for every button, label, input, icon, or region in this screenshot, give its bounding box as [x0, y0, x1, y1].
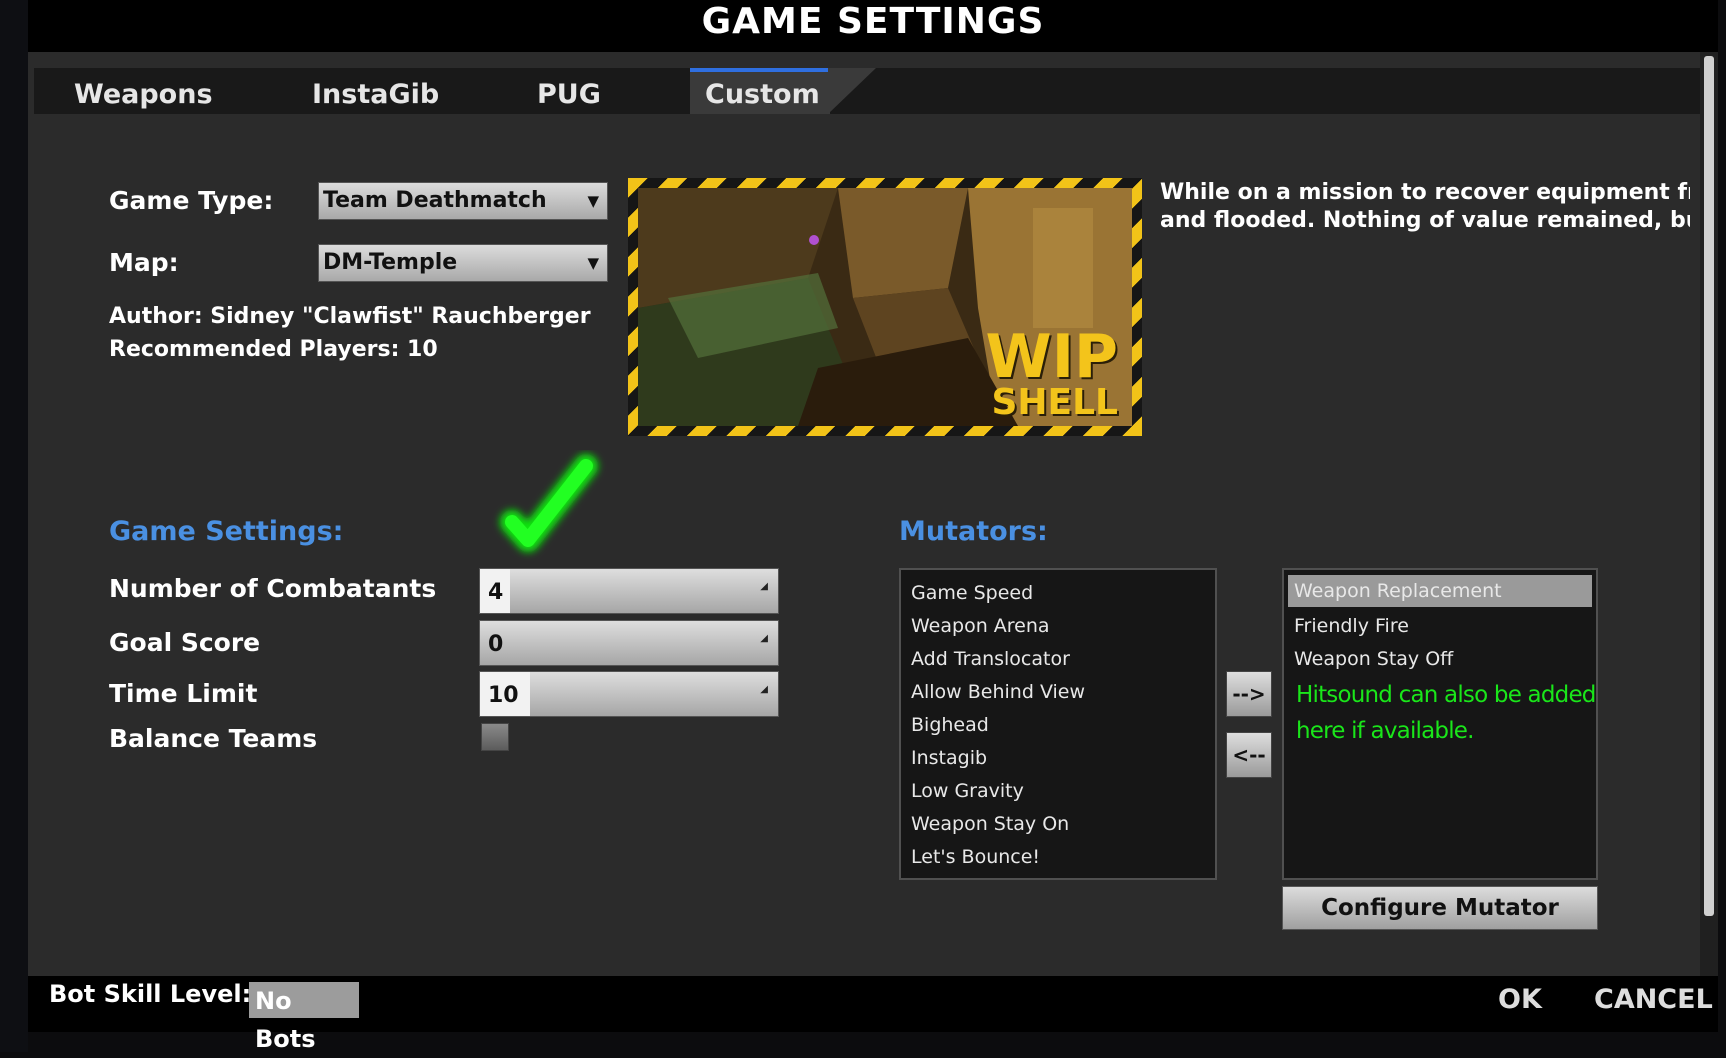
list-item[interactable]: Bighead: [911, 714, 989, 736]
spin-arrows-icon: ◢: [760, 684, 768, 695]
map-preview-image: WIP SHELL: [638, 188, 1132, 426]
goal-score-value[interactable]: 0: [480, 621, 508, 665]
tab-custom-slant: [828, 68, 876, 114]
wip-shell-overlay: WIP SHELL: [985, 321, 1118, 423]
wip-text: WIP: [985, 321, 1118, 392]
map-author: Author: Sidney "Clawfist" Rauchberger: [109, 304, 591, 329]
shell-text: SHELL: [991, 381, 1118, 423]
map-value: DM-Temple: [323, 250, 458, 275]
list-item[interactable]: Instagib: [911, 747, 987, 769]
combatants-value[interactable]: 4: [480, 569, 510, 613]
cancel-button[interactable]: CANCEL: [1594, 984, 1713, 1015]
hitsound-hint-line-1: Hitsound can also be added: [1296, 682, 1596, 708]
map-description-line-1: While on a mission to recover equipment …: [1160, 180, 1690, 205]
tab-weapons[interactable]: Weapons: [74, 68, 213, 114]
configure-mutator-button[interactable]: Configure Mutator: [1282, 886, 1598, 930]
goal-score-label: Goal Score: [109, 628, 261, 657]
game-settings-heading: Game Settings:: [109, 516, 344, 547]
tab-pug[interactable]: PUG: [537, 68, 601, 114]
goal-score-slider[interactable]: 0 ◢: [479, 620, 779, 666]
list-item[interactable]: Weapon Arena: [911, 615, 1050, 637]
combatants-slider[interactable]: 4 ◢: [479, 568, 779, 614]
chevron-down-icon: ▼: [587, 192, 599, 210]
game-type-value: Team Deathmatch: [323, 188, 547, 213]
game-type-dropdown[interactable]: Team Deathmatch ▼: [318, 182, 608, 220]
bot-skill-dropdown[interactable]: No Bots: [249, 982, 359, 1053]
spin-arrows-icon: ◢: [760, 633, 768, 644]
list-item-selected[interactable]: Weapon Replacement: [1288, 575, 1592, 607]
spin-arrows-icon: ◢: [760, 581, 768, 592]
mutators-heading: Mutators:: [899, 516, 1048, 547]
list-item[interactable]: Weapon Stay Off: [1294, 648, 1453, 670]
map-description-line-2: and flooded. Nothing of value remained, …: [1160, 208, 1690, 233]
list-item[interactable]: Let's Bounce!: [911, 846, 1040, 868]
list-item[interactable]: Allow Behind View: [911, 681, 1085, 703]
list-item[interactable]: Weapon Stay On: [911, 813, 1069, 835]
remove-mutator-button[interactable]: <--: [1226, 732, 1272, 778]
available-mutators-list[interactable]: Game Speed Weapon Arena Add Translocator…: [899, 568, 1217, 880]
list-item[interactable]: Friendly Fire: [1294, 615, 1409, 637]
time-limit-value[interactable]: 10: [480, 672, 530, 716]
window-title: GAME SETTINGS: [701, 1, 1045, 42]
time-limit-slider[interactable]: 10 ◢: [479, 671, 779, 717]
list-item[interactable]: Add Translocator: [911, 648, 1070, 670]
map-dropdown[interactable]: DM-Temple ▼: [318, 244, 608, 282]
background-window-strip: [0, 0, 28, 1052]
chevron-down-icon: ▼: [587, 254, 599, 272]
balance-teams-checkbox[interactable]: [481, 723, 509, 751]
green-checkmark-icon: [500, 454, 598, 552]
map-label: Map:: [109, 248, 179, 277]
ok-button[interactable]: OK: [1498, 984, 1542, 1015]
list-item[interactable]: Game Speed: [911, 582, 1033, 604]
game-type-label: Game Type:: [109, 186, 274, 215]
time-limit-label: Time Limit: [109, 679, 258, 708]
bot-skill-label: Bot Skill Level:: [49, 980, 252, 1008]
recommended-players: Recommended Players: 10: [109, 337, 438, 362]
add-mutator-button[interactable]: -->: [1226, 671, 1272, 717]
tab-custom[interactable]: Custom: [705, 68, 820, 114]
tab-instagib[interactable]: InstaGib: [312, 68, 439, 114]
combatants-label: Number of Combatants: [109, 574, 437, 603]
scrollbar-thumb[interactable]: [1704, 56, 1714, 916]
hitsound-hint-line-2: here if available.: [1296, 718, 1474, 744]
balance-teams-label: Balance Teams: [109, 724, 318, 753]
list-item[interactable]: Low Gravity: [911, 780, 1024, 802]
